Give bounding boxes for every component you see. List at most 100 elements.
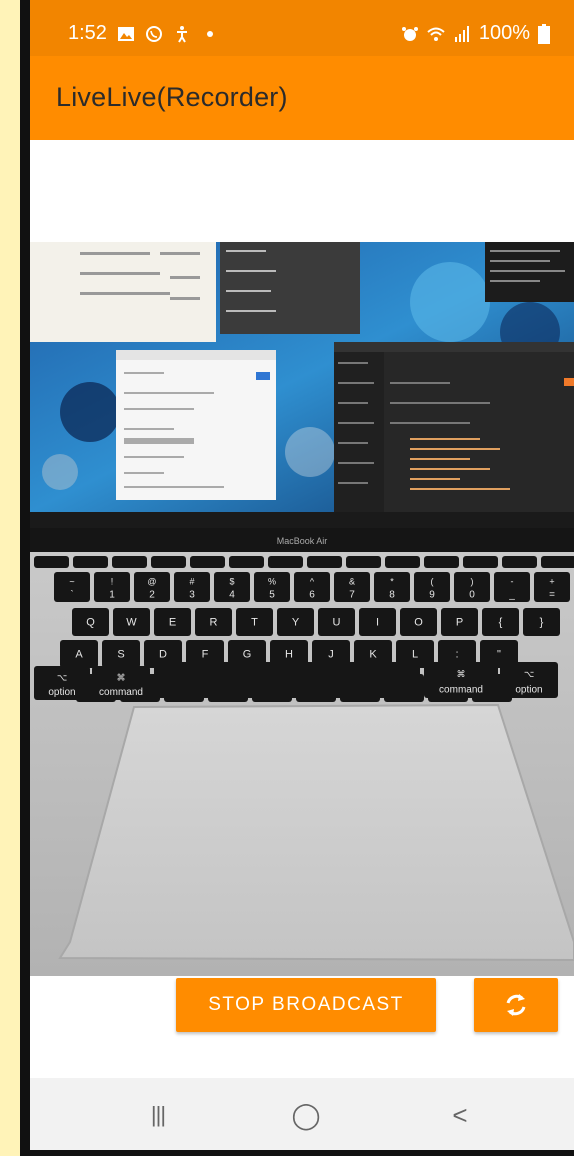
function-key: [502, 556, 537, 568]
dot-icon: [206, 30, 213, 37]
laptop-brand-label: MacBook Air: [277, 536, 328, 546]
key-label: J: [328, 648, 334, 660]
number-key: ~`: [54, 572, 90, 602]
trackpad: [58, 703, 574, 962]
wifi-icon: [427, 27, 445, 41]
function-key: [346, 556, 381, 568]
number-key: )0: [454, 572, 490, 602]
camera-preview: MacBook Air ~ `! 1 @2 #3 $4% 5 ^ 6 & 7 * 8(9) 0- _ + = Q W…: [30, 242, 574, 976]
letter-key: O: [400, 608, 437, 636]
switch-camera-button[interactable]: [474, 978, 558, 1032]
letter-key: T: [236, 608, 273, 636]
command-key-right: ⌘ command: [424, 662, 498, 698]
function-key: [112, 556, 147, 568]
key-label: F: [202, 648, 209, 660]
function-key: [151, 556, 186, 568]
function-key: [34, 556, 69, 568]
space-bar: [154, 662, 420, 698]
number-key: ^6: [294, 572, 330, 602]
letter-key: S: [102, 640, 140, 668]
key-label: P: [456, 616, 463, 628]
number-key: (9: [414, 572, 450, 602]
status-left: 1:52: [68, 22, 219, 45]
key-label: Q: [86, 616, 95, 628]
key-label: !: [111, 577, 114, 587]
battery-percent: 100%: [478, 22, 530, 44]
key-sublabel: 7: [349, 590, 355, 601]
function-key: [541, 556, 574, 568]
option-key-right: ⌥ option: [500, 662, 558, 698]
number-key: %5: [254, 572, 290, 602]
key-label: ⌥: [524, 669, 534, 679]
key-label: K: [369, 648, 377, 660]
home-icon: ◯: [291, 1099, 321, 1130]
home-button[interactable]: ◯: [286, 1100, 326, 1130]
letter-key: E: [154, 608, 191, 636]
key-label: ": [497, 648, 501, 660]
key-label: Y: [292, 616, 300, 628]
back-icon: <: [452, 1099, 468, 1130]
number-key: *8: [374, 572, 410, 602]
key-label: T: [251, 616, 258, 628]
navigation-bar: ||| ◯ <: [30, 1078, 574, 1150]
camera-preview-image: MacBook Air ~`!1@2#3$4%5^6&7*8(9)0-_+=Q W…: [30, 242, 574, 976]
letter-key: }: [523, 608, 560, 636]
switch-camera-icon: [506, 994, 526, 1016]
key-label: U: [333, 616, 341, 628]
key-label: @: [147, 577, 156, 587]
function-key: [73, 556, 108, 568]
phone-frame: 1:52 100% LiveLive(Recorder) MacBook Air…: [20, 0, 574, 1156]
letter-key: {: [482, 608, 519, 636]
function-key: [385, 556, 420, 568]
number-key: &7: [334, 572, 370, 602]
key-sublabel: 4: [229, 590, 235, 601]
command-key-left: ⌘ command: [92, 666, 150, 700]
letter-key: I: [359, 608, 396, 636]
key-label: O: [414, 616, 423, 628]
key-label: }: [540, 616, 544, 628]
function-key: [424, 556, 459, 568]
gallery-icon: [117, 26, 134, 41]
key-label: ): [471, 577, 474, 587]
alarm-icon: [401, 26, 418, 41]
letter-key: W: [113, 608, 150, 636]
key-label: G: [243, 648, 252, 660]
key-sublabel: 6: [309, 590, 315, 601]
key-label: R: [210, 616, 218, 628]
key-label: -: [511, 577, 514, 587]
function-key: [229, 556, 264, 568]
key-label: D: [159, 648, 167, 660]
key-label: H: [285, 648, 293, 660]
battery-icon: [538, 23, 550, 44]
letter-key: Q: [72, 608, 109, 636]
key-sublabel: 9: [429, 590, 435, 601]
key-label: (: [431, 577, 434, 587]
key-sublabel: option: [48, 687, 75, 698]
function-key: [190, 556, 225, 568]
back-button[interactable]: <: [440, 1100, 480, 1130]
key-label: E: [169, 616, 176, 628]
whatsapp-icon: [145, 25, 162, 42]
number-key: +=: [534, 572, 570, 602]
key-label: #: [189, 577, 194, 587]
app-title: LiveLive(Recorder): [56, 82, 288, 112]
key-sublabel: 1: [109, 590, 115, 601]
letter-key: R: [195, 608, 232, 636]
key-label: L: [412, 648, 418, 660]
letter-key: A: [60, 640, 98, 668]
app-bar: LiveLive(Recorder): [30, 56, 574, 140]
key-label: S: [117, 648, 124, 660]
function-key: [268, 556, 303, 568]
status-right: 100%: [401, 22, 550, 45]
letter-key: U: [318, 608, 355, 636]
stop-broadcast-button[interactable]: STOP BROADCAST: [176, 978, 436, 1032]
key-label: A: [75, 648, 83, 660]
key-sublabel: 5: [269, 590, 275, 601]
key-label: %: [268, 577, 276, 587]
recents-button[interactable]: |||: [138, 1100, 178, 1130]
key-label: *: [390, 577, 394, 587]
key-sublabel: =: [549, 590, 555, 601]
key-sublabel: 2: [149, 590, 155, 601]
status-time: 1:52: [68, 22, 107, 44]
number-key: !1: [94, 572, 130, 602]
